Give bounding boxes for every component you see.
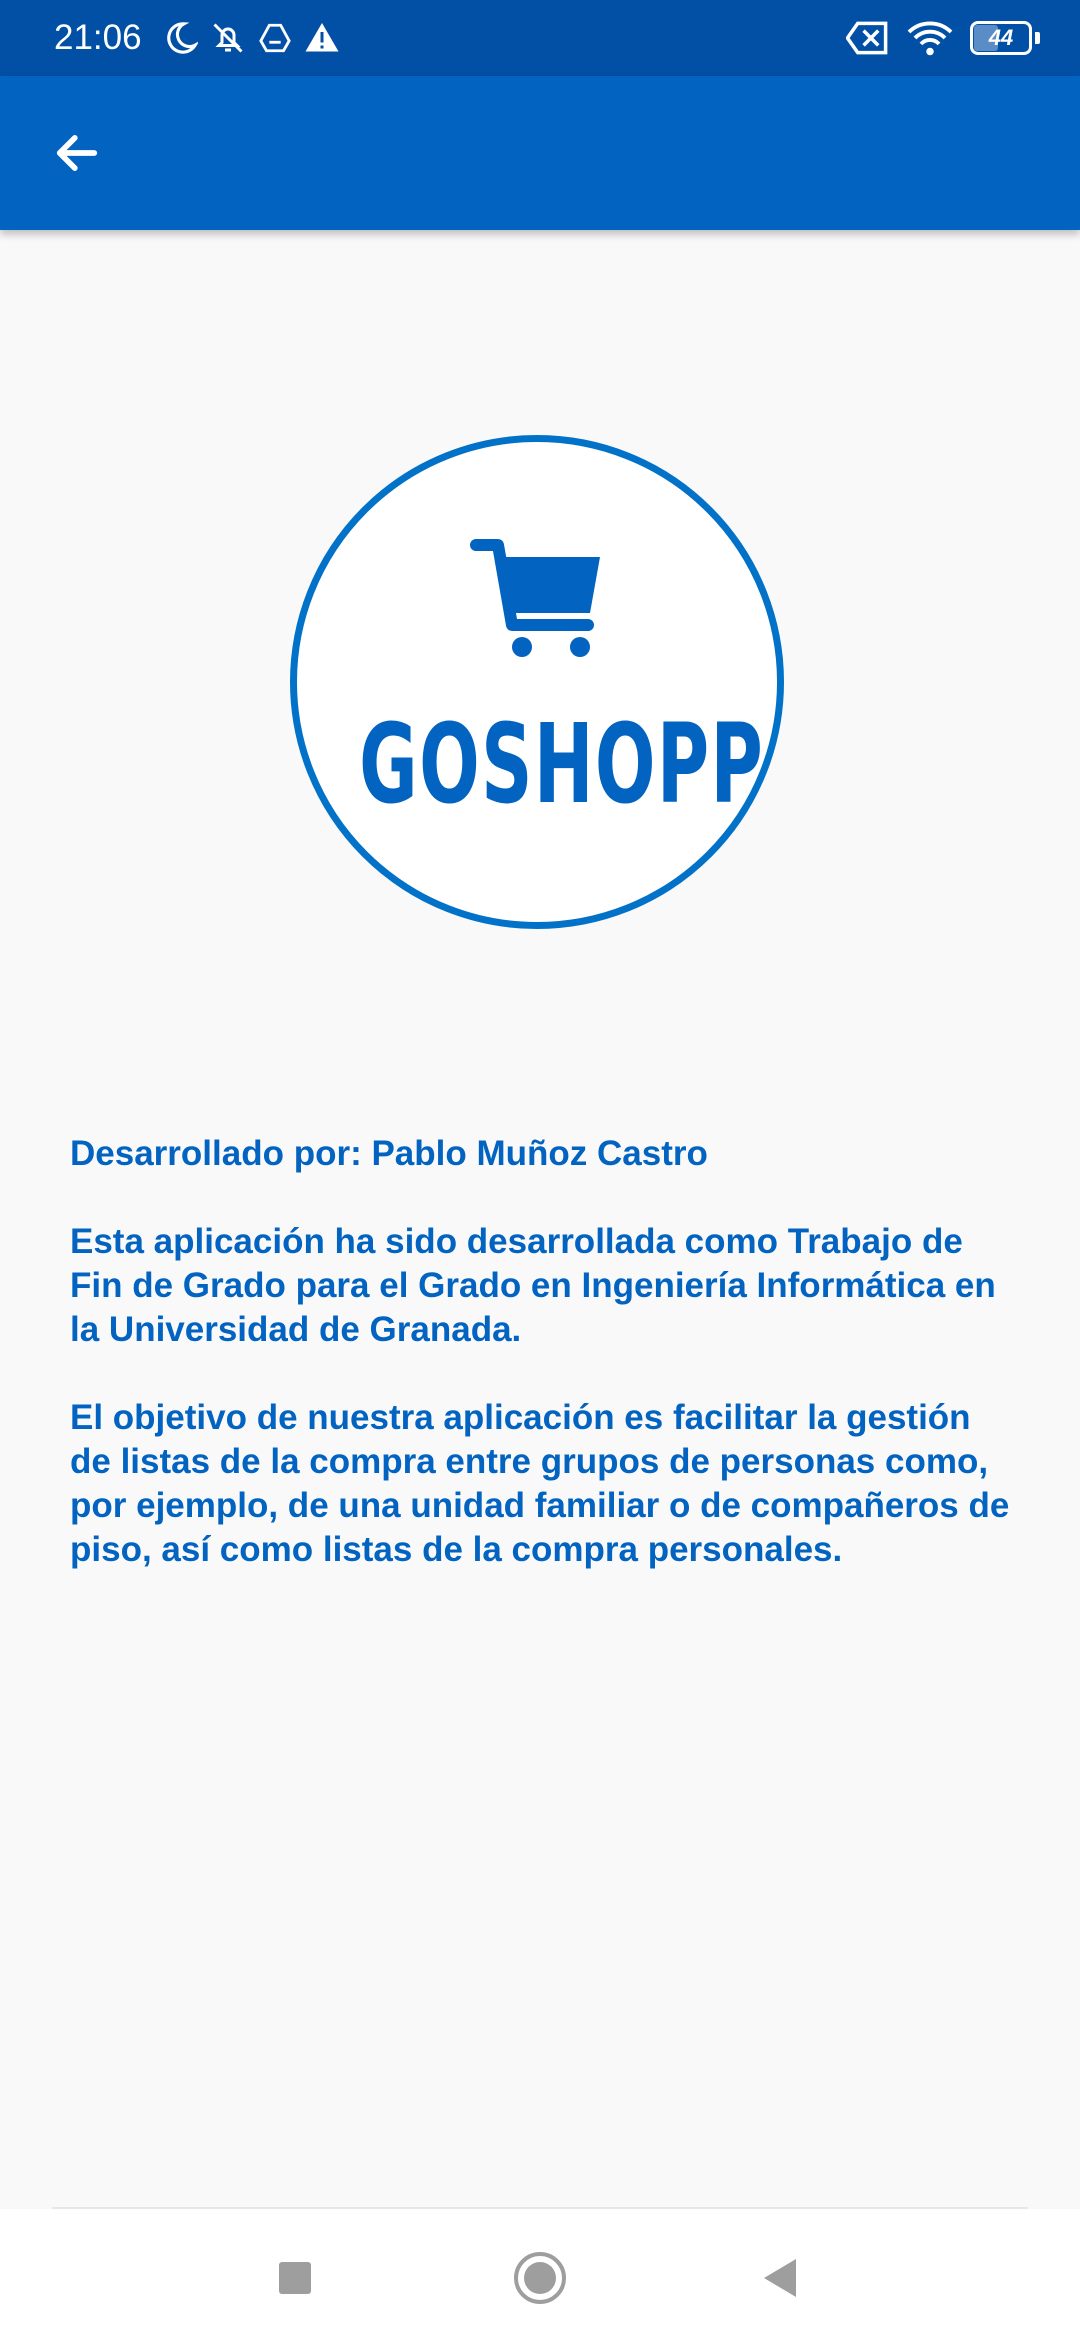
about-paragraph-2: El objetivo de nuestra aplicación es fac… [70, 1398, 1010, 1569]
about-info: Desarrollado por: Pablo Muñoz Castro Est… [70, 1132, 1020, 1616]
home-circle-icon [514, 2252, 566, 2304]
status-bar: 21:06 44 [0, 0, 1080, 76]
recents-button[interactable] [260, 2243, 330, 2313]
app-bar [0, 76, 1080, 230]
app-logo [290, 435, 784, 929]
nav-back-button[interactable] [745, 2243, 815, 2313]
bell-off-icon [213, 23, 243, 53]
battery-level: 44 [988, 25, 1014, 50]
wifi-icon [907, 21, 953, 56]
developer-credit: Desarrollado por: Pablo Muñoz Castro [70, 1134, 708, 1173]
back-triangle-icon [764, 2259, 796, 2297]
drive-icon [258, 23, 291, 53]
status-time: 21:06 [54, 18, 142, 57]
about-paragraph-1: Esta aplicación ha sido desarrollada com… [70, 1222, 996, 1349]
warning-icon [305, 23, 339, 52]
shopping-cart-icon [470, 539, 600, 657]
sim-off-icon [846, 21, 888, 55]
home-button[interactable] [505, 2241, 575, 2315]
recents-square-icon [279, 2262, 311, 2294]
arrow-back-icon [56, 135, 98, 171]
back-button[interactable] [42, 120, 112, 186]
logo-text: GOSHOPP [359, 700, 765, 828]
system-nav-bar [0, 2209, 1080, 2340]
status-right: 44 [830, 20, 1040, 56]
moon-icon [166, 22, 198, 54]
status-left: 21:06 [54, 18, 340, 58]
battery-icon: 44 [970, 21, 1040, 55]
